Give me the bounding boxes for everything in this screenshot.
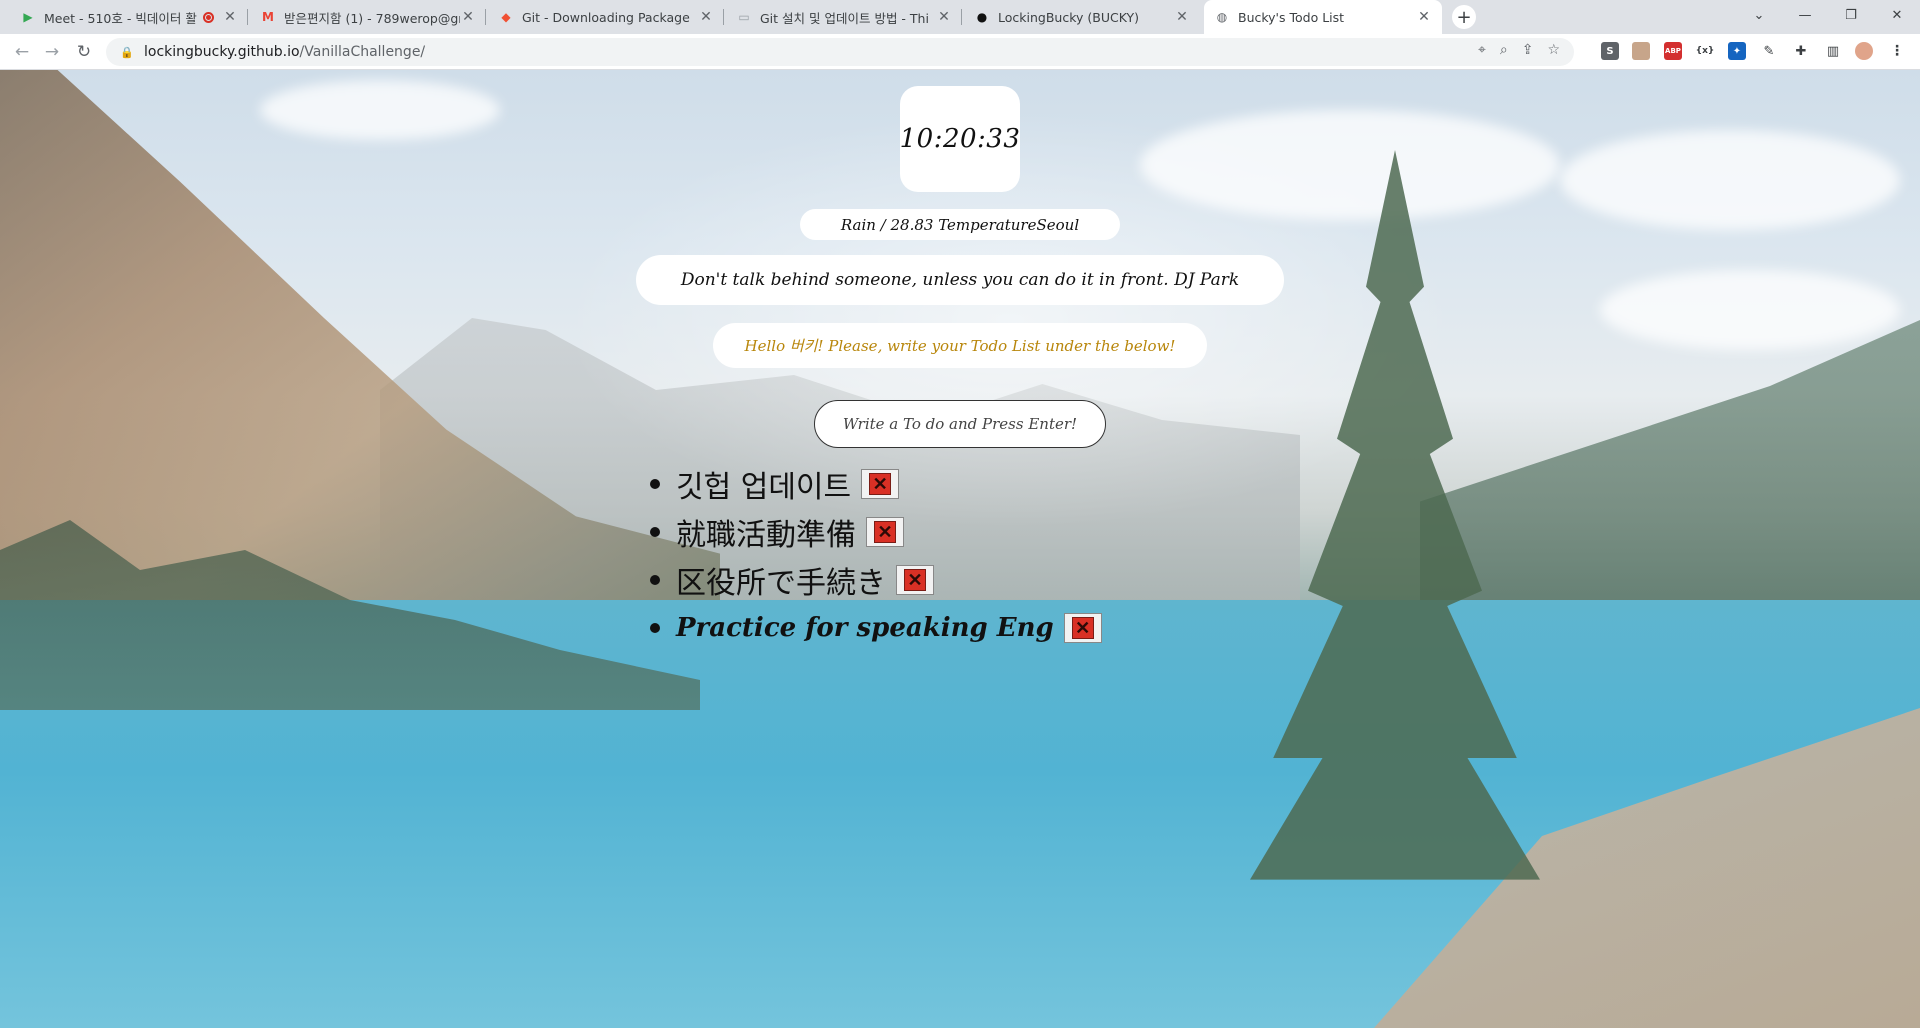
url-host: lockingbucky.github.io bbox=[144, 44, 300, 60]
todo-text: Practice for speaking Eng bbox=[676, 613, 1054, 643]
gmail-icon: M bbox=[262, 10, 274, 24]
delete-todo-button[interactable]: ✕ bbox=[896, 565, 934, 595]
bookmark-star-icon[interactable]: ☆ bbox=[1547, 42, 1560, 58]
close-window-button[interactable]: ✕ bbox=[1874, 0, 1920, 30]
close-icon[interactable]: ✕ bbox=[936, 9, 952, 25]
tab-search-icon[interactable]: ⌄ bbox=[1736, 0, 1782, 30]
delete-x-icon: ✕ bbox=[1071, 617, 1094, 639]
tab-meet[interactable]: ▶ Meet - 510호 - 빅데이터 활 ✕ bbox=[10, 0, 248, 34]
tab-git-download[interactable]: ◆ Git - Downloading Package ✕ bbox=[488, 0, 724, 34]
quote-banner: Don't talk behind someone, unless you ca… bbox=[636, 255, 1284, 305]
tab-todo-list[interactable]: ◍ Bucky's Todo List ✕ bbox=[1204, 0, 1442, 34]
todo-item: Practice for speaking Eng ✕ bbox=[650, 604, 1102, 652]
todo-item: 就職活動準備 ✕ bbox=[650, 508, 1102, 556]
s-extension-icon[interactable]: S bbox=[1601, 42, 1619, 60]
code-extension-icon[interactable]: {x} bbox=[1696, 42, 1715, 60]
delete-x-icon: ✕ bbox=[869, 473, 892, 495]
restore-button[interactable]: ❐ bbox=[1828, 0, 1874, 30]
tab-title: Git 설치 및 업데이트 방법 - Thi bbox=[760, 10, 929, 26]
forward-arrow-icon[interactable]: → bbox=[40, 40, 64, 64]
delete-todo-button[interactable]: ✕ bbox=[1063, 613, 1102, 643]
omnibox-actions: ⌖ ⌕ ⇪ ☆ bbox=[1478, 42, 1560, 58]
tab-title: LockingBucky (BUCKY) bbox=[998, 9, 1139, 25]
close-icon[interactable]: ✕ bbox=[698, 9, 714, 25]
reload-icon[interactable]: ↻ bbox=[72, 40, 96, 64]
todo-list: 깃헙 업데이트 ✕ 就職活動準備 ✕ 区役所で手続き ✕ Practice fo… bbox=[650, 460, 1102, 652]
todo-input[interactable] bbox=[814, 400, 1106, 448]
recording-icon bbox=[203, 11, 214, 23]
tab-title: 받은편지함 (1) - 789werop@gm bbox=[284, 10, 460, 26]
globe-icon: ◍ bbox=[1216, 10, 1228, 24]
sidepanel-icon[interactable]: ▥ bbox=[1824, 42, 1842, 60]
clock: 10:20:33 bbox=[900, 86, 1020, 192]
background-cloud bbox=[1140, 110, 1560, 220]
menu-kebab-icon[interactable]: ⋮ bbox=[1888, 42, 1906, 60]
location-icon[interactable]: ⌖ bbox=[1478, 42, 1486, 58]
tab-divider bbox=[247, 9, 248, 25]
delete-todo-button[interactable]: ✕ bbox=[861, 469, 900, 499]
todo-text: 깃헙 업데이트 bbox=[676, 470, 852, 505]
git-icon: ◆ bbox=[501, 10, 511, 24]
background-cloud bbox=[260, 80, 500, 140]
tab-divider bbox=[961, 9, 962, 25]
eyedropper-icon[interactable]: ✎ bbox=[1760, 42, 1778, 60]
tab-github[interactable]: ● LockingBucky (BUCKY) ✕ bbox=[964, 0, 1200, 34]
background-cloud bbox=[1560, 130, 1900, 230]
todo-item: 区役所で手続き ✕ bbox=[650, 556, 1102, 604]
extensions-puzzle-icon[interactable]: ✚ bbox=[1792, 42, 1810, 60]
tab-title: Meet - 510호 - 빅데이터 활 bbox=[44, 10, 197, 26]
share-icon[interactable]: ⇪ bbox=[1522, 42, 1534, 58]
delete-x-icon: ✕ bbox=[904, 569, 926, 591]
twitter-extension-icon[interactable]: ✦ bbox=[1728, 42, 1746, 60]
background-cloud bbox=[1600, 270, 1900, 350]
tab-divider bbox=[723, 9, 724, 25]
todo-text: 就職活動準備 bbox=[676, 518, 856, 553]
bullet bbox=[650, 527, 660, 537]
adblock-icon[interactable]: ABP bbox=[1664, 42, 1682, 60]
close-icon[interactable]: ✕ bbox=[460, 9, 476, 25]
tab-gmail[interactable]: M 받은편지함 (1) - 789werop@gm ✕ bbox=[250, 0, 486, 34]
todo-item: 깃헙 업데이트 ✕ bbox=[650, 460, 1102, 508]
address-bar[interactable]: 🔒 lockingbucky.github.io/VanillaChalleng… bbox=[106, 38, 1574, 66]
bullet bbox=[650, 479, 660, 489]
tab-title: Bucky's Todo List bbox=[1238, 9, 1345, 25]
url-path: /VanillaChallenge/ bbox=[299, 44, 426, 60]
tab-git-install[interactable]: ▭ Git 설치 및 업데이트 방법 - Thi ✕ bbox=[726, 0, 962, 34]
todo-text: 区役所で手続き bbox=[676, 566, 886, 601]
minimize-button[interactable]: — bbox=[1782, 0, 1828, 30]
delete-todo-button[interactable]: ✕ bbox=[866, 517, 904, 547]
tab-title: Git - Downloading Package bbox=[522, 9, 690, 25]
bullet bbox=[650, 623, 660, 633]
back-arrow-icon[interactable]: ← bbox=[10, 40, 34, 64]
bullet bbox=[650, 575, 660, 585]
tab-strip: ▶ Meet - 510호 - 빅데이터 활 ✕ M 받은편지함 (1) - 7… bbox=[0, 0, 1920, 34]
delete-x-icon: ✕ bbox=[874, 521, 896, 543]
github-icon: ● bbox=[976, 10, 988, 24]
close-icon[interactable]: ✕ bbox=[1416, 9, 1432, 25]
profile-avatar-icon[interactable] bbox=[1855, 42, 1873, 60]
weather-badge: Rain / 28.83 TemperatureSeoul bbox=[800, 209, 1120, 240]
profile-extension-icon[interactable] bbox=[1632, 42, 1650, 60]
page-background: 10:20:33 Rain / 28.83 TemperatureSeoul D… bbox=[0, 70, 1920, 1028]
browser-toolbar: ← → ↻ 🔒 lockingbucky.github.io/VanillaCh… bbox=[0, 34, 1920, 70]
lock-icon: 🔒 bbox=[120, 45, 134, 59]
greeting-banner: Hello 버키! Please, write your Todo List u… bbox=[713, 323, 1207, 368]
page-icon: ▭ bbox=[738, 10, 750, 24]
zoom-icon[interactable]: ⌕ bbox=[1500, 42, 1508, 58]
close-icon[interactable]: ✕ bbox=[1174, 9, 1190, 25]
meet-icon: ▶ bbox=[23, 10, 33, 24]
close-icon[interactable]: ✕ bbox=[222, 9, 238, 25]
tab-divider bbox=[485, 9, 486, 25]
new-tab-button[interactable]: + bbox=[1452, 5, 1476, 29]
